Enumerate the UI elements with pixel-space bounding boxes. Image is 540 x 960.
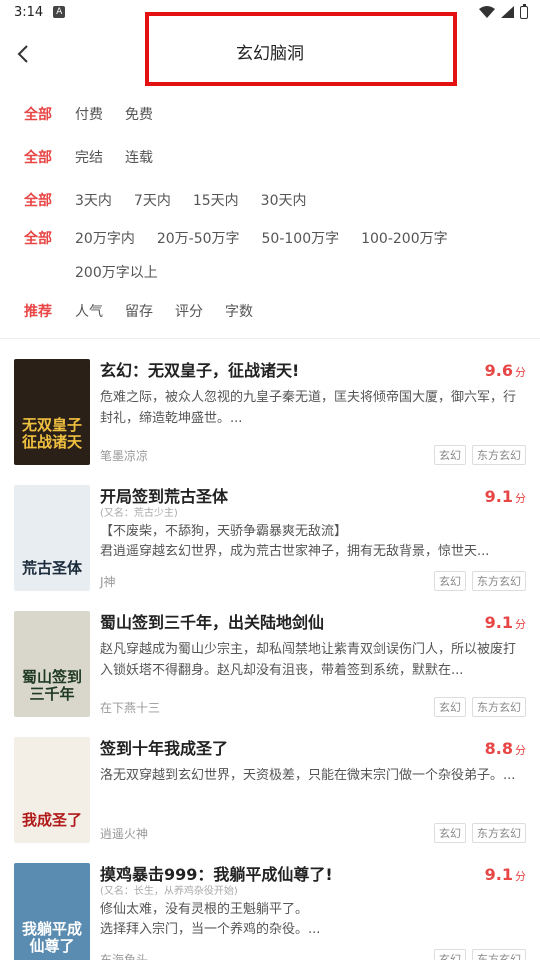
score-unit: 分 bbox=[515, 366, 526, 379]
book-item[interactable]: 我躺平成 仙尊了 摸鸡暴击999：我躺平成仙尊了! (又名：长生，从养鸡杂役开始… bbox=[14, 843, 526, 960]
book-desc: 修仙太难，没有灵根的王魁躺平了。 选择拜入宗门，当一个养鸡的杂役。... bbox=[100, 902, 321, 937]
score-unit: 分 bbox=[515, 870, 526, 883]
book-desc: 赵凡穿越成为蜀山少宗主，却私闯禁地让紫青双剑误伤门人，所以被废打入锁妖塔不得翻身… bbox=[100, 642, 517, 678]
filter-option[interactable]: 200万字以上 bbox=[75, 255, 158, 289]
score-unit: 分 bbox=[515, 492, 526, 505]
filter-option[interactable]: 20万字内 bbox=[75, 221, 135, 255]
book-cover[interactable]: 我躺平成 仙尊了 bbox=[14, 863, 90, 960]
book-item[interactable]: 荒古圣体 开局签到荒古圣体 (又名：荒古少主) 【不废柴，不舔狗，天骄争霸暴爽无… bbox=[14, 465, 526, 591]
book-cover[interactable]: 蜀山签到 三千年 bbox=[14, 611, 90, 717]
score-value: 9.1 bbox=[484, 487, 513, 506]
highlight-box bbox=[145, 12, 457, 86]
book-title[interactable]: 摸鸡暴击999：我躺平成仙尊了! bbox=[100, 865, 526, 885]
filter-option[interactable]: 50-100万字 bbox=[262, 221, 340, 255]
book-cover[interactable]: 无双皇子 征战诸天 bbox=[14, 359, 90, 465]
book-tag[interactable]: 东方玄幻 bbox=[472, 949, 526, 960]
filter-row-wordcount: 全部 20万字内 20万-50万字 50-100万字 100-200万字 200… bbox=[24, 221, 540, 289]
cover-title: 荒古圣体 bbox=[21, 559, 82, 577]
book-desc: 【不废柴，不舔狗，天骄争霸暴爽无敌流】 君逍遥穿越玄幻世界，成为荒古世家神子，拥… bbox=[100, 524, 490, 559]
book-score: 9.1 分 bbox=[485, 487, 526, 506]
book-title[interactable]: 玄幻：无双皇子，征战诸天! bbox=[100, 361, 526, 381]
book-cover[interactable]: 荒古圣体 bbox=[14, 485, 90, 591]
book-item[interactable]: 我成圣了 签到十年我成圣了 洛无双穿越到玄幻世界，天资极差，只能在微末宗门做一个… bbox=[14, 717, 526, 843]
book-desc: 洛无双穿越到玄幻世界，天资极差，只能在微末宗门做一个杂役弟子。... bbox=[100, 768, 516, 783]
notification-icon: A bbox=[53, 6, 66, 18]
filter-option[interactable]: 15天内 bbox=[193, 190, 239, 210]
book-score: 9.6 分 bbox=[485, 361, 526, 380]
book-score: 9.1 分 bbox=[485, 865, 526, 884]
score-unit: 分 bbox=[515, 618, 526, 631]
score-value: 9.1 bbox=[484, 865, 513, 884]
filter-row-updated: 全部 3天内 7天内 15天内 30天内 bbox=[24, 178, 540, 221]
book-tag[interactable]: 玄幻 bbox=[434, 445, 466, 465]
score-value: 9.6 bbox=[484, 361, 513, 380]
book-alias: (又名：荒古少主) bbox=[100, 508, 178, 519]
cover-title: 无双皇子 征战诸天 bbox=[21, 416, 82, 451]
book-tag[interactable]: 东方玄幻 bbox=[472, 571, 526, 591]
book-title[interactable]: 开局签到荒古圣体 bbox=[100, 487, 526, 507]
filter-option[interactable]: 评分 bbox=[175, 301, 203, 321]
filter-option[interactable]: 字数 bbox=[225, 301, 253, 321]
filter-lead[interactable]: 全部 bbox=[24, 147, 75, 167]
filter-option[interactable]: 付费 bbox=[75, 104, 103, 124]
filter-panel: 全部 付费 免费 全部 完结 连载 全部 3天内 7天内 15天内 30天内 全… bbox=[0, 84, 540, 332]
cover-title: 我躺平成 仙尊了 bbox=[21, 920, 82, 955]
book-tag[interactable]: 东方玄幻 bbox=[472, 697, 526, 717]
book-author: 在下燕十三 bbox=[100, 700, 161, 715]
score-value: 8.8 bbox=[484, 739, 513, 758]
book-author: J神 bbox=[100, 574, 116, 589]
cover-title: 我成圣了 bbox=[21, 811, 82, 829]
book-author: 逍遥火神 bbox=[100, 826, 149, 841]
book-score: 8.8 分 bbox=[485, 739, 526, 758]
filter-option[interactable]: 3天内 bbox=[75, 190, 112, 210]
book-author: 东海鱼头 bbox=[100, 952, 149, 960]
filter-lead[interactable]: 全部 bbox=[24, 221, 75, 255]
book-tag[interactable]: 东方玄幻 bbox=[472, 445, 526, 465]
filter-option[interactable]: 30天内 bbox=[261, 190, 307, 210]
book-list: 无双皇子 征战诸天 玄幻：无双皇子，征战诸天! 危难之际，被众人忽视的九皇子秦无… bbox=[0, 339, 540, 960]
book-score: 9.1 分 bbox=[485, 613, 526, 632]
filter-lead[interactable]: 全部 bbox=[24, 104, 75, 124]
score-unit: 分 bbox=[515, 744, 526, 757]
book-title[interactable]: 蜀山签到三千年，出关陆地剑仙 bbox=[100, 613, 526, 633]
filter-option[interactable]: 20万-50万字 bbox=[157, 221, 240, 255]
book-tag[interactable]: 东方玄幻 bbox=[472, 823, 526, 843]
filter-row-payment: 全部 付费 免费 bbox=[24, 92, 540, 135]
book-alias: (又名：长生，从养鸡杂役开始) bbox=[100, 886, 238, 897]
filter-lead[interactable]: 全部 bbox=[24, 190, 75, 210]
filter-row-status: 全部 完结 连载 bbox=[24, 135, 540, 178]
filter-option[interactable]: 连载 bbox=[125, 147, 153, 167]
battery-icon bbox=[520, 3, 528, 19]
filter-lead[interactable]: 推荐 bbox=[24, 301, 75, 321]
status-time: 3:14 bbox=[14, 4, 44, 20]
book-item[interactable]: 蜀山签到 三千年 蜀山签到三千年，出关陆地剑仙 赵凡穿越成为蜀山少宗主，却私闯禁… bbox=[14, 591, 526, 717]
filter-option[interactable]: 人气 bbox=[75, 301, 103, 321]
filter-option[interactable]: 免费 bbox=[125, 104, 153, 124]
signal-icon bbox=[501, 6, 514, 18]
wifi-icon bbox=[479, 6, 495, 18]
book-tag[interactable]: 玄幻 bbox=[434, 949, 466, 960]
filter-option[interactable]: 完结 bbox=[75, 147, 103, 167]
book-item[interactable]: 无双皇子 征战诸天 玄幻：无双皇子，征战诸天! 危难之际，被众人忽视的九皇子秦无… bbox=[14, 339, 526, 465]
book-title[interactable]: 签到十年我成圣了 bbox=[100, 739, 526, 759]
book-author: 笔墨凉凉 bbox=[100, 448, 149, 463]
cover-title: 蜀山签到 三千年 bbox=[21, 668, 82, 703]
score-value: 9.1 bbox=[484, 613, 513, 632]
filter-option[interactable]: 100-200万字 bbox=[361, 221, 448, 255]
book-tag[interactable]: 玄幻 bbox=[434, 571, 466, 591]
book-cover[interactable]: 我成圣了 bbox=[14, 737, 90, 843]
book-tag[interactable]: 玄幻 bbox=[434, 697, 466, 717]
book-desc: 危难之际，被众人忽视的九皇子秦无道，匡夫将倾帝国大厦，御六军，行封礼，缔造乾坤盛… bbox=[100, 390, 517, 426]
filter-option[interactable]: 留存 bbox=[125, 301, 153, 321]
filter-row-sort: 推荐 人气 留存 评分 字数 bbox=[24, 289, 540, 332]
filter-option[interactable]: 7天内 bbox=[134, 190, 171, 210]
book-tag[interactable]: 玄幻 bbox=[434, 823, 466, 843]
